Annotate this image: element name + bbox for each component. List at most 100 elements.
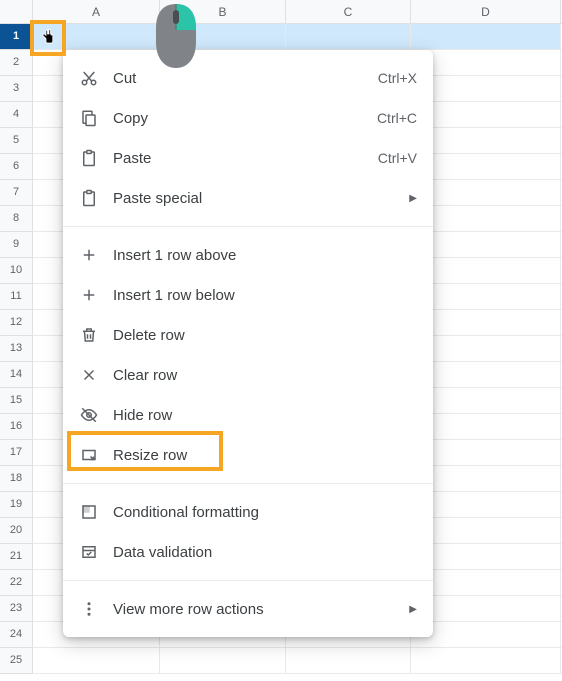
row-header[interactable]: 9 (0, 232, 32, 258)
menu-label: Cut (113, 70, 364, 87)
menu-label: Conditional formatting (113, 504, 417, 521)
menu-shortcut: Ctrl+X (378, 70, 417, 86)
menu-item-conditional-formatting[interactable]: Conditional formatting (63, 492, 433, 532)
menu-label: Data validation (113, 544, 417, 561)
conditional-formatting-icon (79, 502, 99, 522)
clear-icon (79, 365, 99, 385)
row-header[interactable]: 18 (0, 466, 32, 492)
table-row (33, 24, 562, 50)
row-header[interactable]: 15 (0, 388, 32, 414)
row-header[interactable]: 5 (0, 128, 32, 154)
menu-shortcut: Ctrl+C (377, 110, 417, 126)
cell[interactable] (411, 310, 561, 335)
menu-label: Delete row (113, 327, 417, 344)
plus-icon (79, 245, 99, 265)
cell[interactable] (411, 362, 561, 387)
menu-separator (63, 580, 433, 581)
cell[interactable] (411, 154, 561, 179)
row-header[interactable]: 17 (0, 440, 32, 466)
menu-item-insert-above[interactable]: Insert 1 row above (63, 235, 433, 275)
menu-item-clear-row[interactable]: Clear row (63, 355, 433, 395)
cell[interactable] (411, 596, 561, 621)
row-header[interactable]: 10 (0, 258, 32, 284)
cell[interactable] (160, 24, 286, 49)
cell[interactable] (33, 24, 160, 49)
cell[interactable] (411, 492, 561, 517)
menu-item-paste[interactable]: Paste Ctrl+V (63, 138, 433, 178)
cell[interactable] (411, 206, 561, 231)
row-header[interactable]: 24 (0, 622, 32, 648)
cell[interactable] (160, 648, 286, 673)
menu-item-view-more[interactable]: View more row actions ▶ (63, 589, 433, 629)
menu-item-data-validation[interactable]: Data validation (63, 532, 433, 572)
column-header[interactable]: D (411, 0, 561, 23)
row-header[interactable]: 11 (0, 284, 32, 310)
row-header[interactable]: 3 (0, 76, 32, 102)
menu-item-resize-row[interactable]: Resize row (63, 435, 433, 475)
submenu-arrow-icon: ▶ (409, 604, 417, 615)
cell[interactable] (286, 24, 411, 49)
menu-item-insert-below[interactable]: Insert 1 row below (63, 275, 433, 315)
row-header[interactable]: 23 (0, 596, 32, 622)
cell[interactable] (33, 648, 160, 673)
column-header[interactable]: C (286, 0, 411, 23)
row-header[interactable]: 12 (0, 310, 32, 336)
menu-item-paste-special[interactable]: Paste special ▶ (63, 178, 433, 218)
row-header[interactable]: 13 (0, 336, 32, 362)
column-header[interactable]: B (160, 0, 286, 23)
menu-label: Paste (113, 150, 364, 167)
row-header[interactable]: 2 (0, 50, 32, 76)
menu-item-cut[interactable]: Cut Ctrl+X (63, 58, 433, 98)
row-header[interactable]: 21 (0, 544, 32, 570)
row-header[interactable]: 7 (0, 180, 32, 206)
cell[interactable] (411, 622, 561, 647)
column-headers: ABCD (33, 0, 562, 24)
cell[interactable] (411, 76, 561, 101)
row-header[interactable]: 20 (0, 518, 32, 544)
row-headers: 1234567891011121314151617181920212223242… (0, 24, 33, 674)
cell[interactable] (411, 518, 561, 543)
cell[interactable] (411, 440, 561, 465)
cell[interactable] (411, 258, 561, 283)
menu-label: Copy (113, 110, 363, 127)
cell[interactable] (411, 570, 561, 595)
cell[interactable] (411, 388, 561, 413)
row-context-menu: Cut Ctrl+X Copy Ctrl+C Paste Ctrl+V Past… (63, 50, 433, 637)
cell[interactable] (411, 284, 561, 309)
cell[interactable] (286, 648, 411, 673)
copy-icon (79, 108, 99, 128)
cell[interactable] (411, 544, 561, 569)
cell[interactable] (411, 50, 561, 75)
cell[interactable] (411, 648, 561, 673)
trash-icon (79, 325, 99, 345)
select-all-corner[interactable] (0, 0, 33, 24)
row-header[interactable]: 14 (0, 362, 32, 388)
row-header[interactable]: 19 (0, 492, 32, 518)
row-header[interactable]: 25 (0, 648, 32, 674)
cell[interactable] (411, 180, 561, 205)
menu-item-copy[interactable]: Copy Ctrl+C (63, 98, 433, 138)
cell[interactable] (411, 24, 561, 49)
cell[interactable] (411, 336, 561, 361)
cell[interactable] (411, 466, 561, 491)
table-row (33, 648, 562, 674)
cell[interactable] (411, 232, 561, 257)
row-header[interactable]: 4 (0, 102, 32, 128)
row-header[interactable]: 22 (0, 570, 32, 596)
plus-icon (79, 285, 99, 305)
more-icon (79, 599, 99, 619)
cell[interactable] (411, 102, 561, 127)
menu-label: Insert 1 row above (113, 247, 417, 264)
paste-special-icon (79, 188, 99, 208)
row-header[interactable]: 6 (0, 154, 32, 180)
column-header[interactable]: A (33, 0, 160, 23)
menu-shortcut: Ctrl+V (378, 150, 417, 166)
row-header[interactable]: 8 (0, 206, 32, 232)
menu-item-delete-row[interactable]: Delete row (63, 315, 433, 355)
cell[interactable] (411, 128, 561, 153)
row-header[interactable]: 1 (0, 24, 32, 50)
row-header[interactable]: 16 (0, 414, 32, 440)
menu-label: Clear row (113, 367, 417, 384)
cell[interactable] (411, 414, 561, 439)
menu-item-hide-row[interactable]: Hide row (63, 395, 433, 435)
